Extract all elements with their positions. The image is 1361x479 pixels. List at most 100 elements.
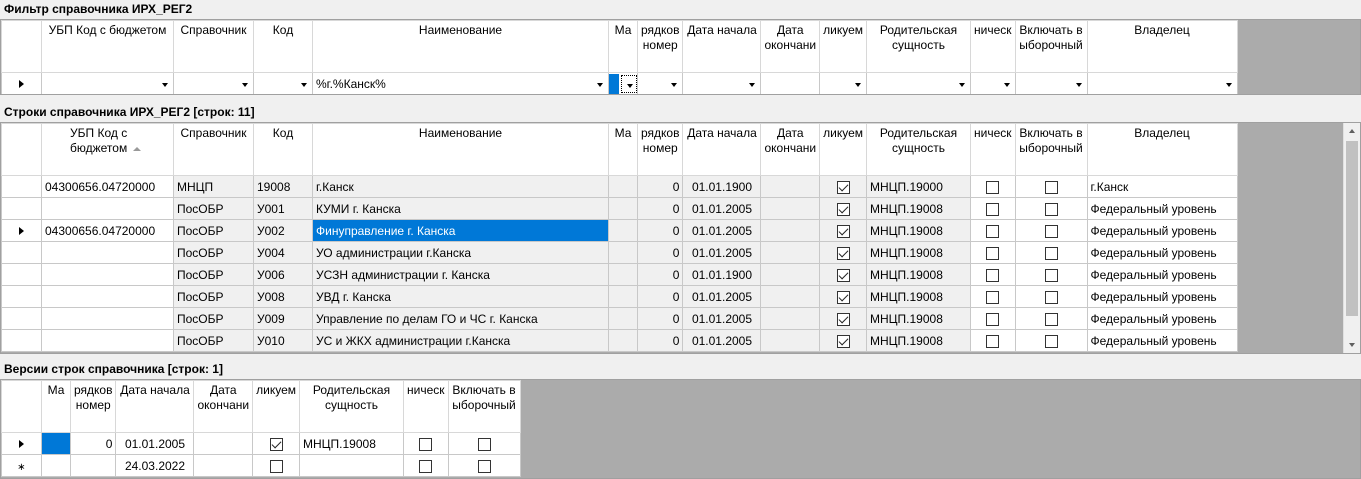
filter-header-ref[interactable]: Справочник	[173, 20, 254, 73]
filter-flag1-combo[interactable]	[819, 72, 867, 94]
chevron-down-icon[interactable]	[1220, 74, 1237, 93]
row-header[interactable]	[1, 197, 42, 220]
cell-owner[interactable]: г.Канск	[1086, 175, 1238, 198]
versions-header-num[interactable]: рядков номер	[69, 380, 117, 433]
cell-ma[interactable]	[41, 432, 71, 455]
cell-flag3[interactable]	[1014, 329, 1088, 352]
chevron-down-icon[interactable]	[157, 74, 173, 93]
filter-header-end[interactable]: Дата окончани	[760, 20, 821, 73]
row-header[interactable]	[1, 432, 42, 455]
chevron-down-icon[interactable]	[621, 74, 637, 93]
cell-owner[interactable]: Федеральный уровень	[1086, 307, 1238, 330]
cell-ref[interactable]: МНЦП	[173, 175, 254, 198]
filter-header-start[interactable]: Дата начала	[682, 20, 762, 73]
cell-parent[interactable]: МНЦП.19008	[866, 307, 971, 330]
filter-ubp-combo[interactable]	[41, 72, 174, 94]
checkbox-flag2[interactable]	[986, 290, 1000, 304]
filter-owner-combo[interactable]	[1086, 72, 1238, 94]
filter-ma-combo[interactable]	[608, 72, 638, 94]
filter-end-cell[interactable]	[760, 72, 821, 94]
cell-flag2[interactable]	[970, 329, 1016, 352]
filter-header-parent[interactable]: Родительская сущность	[866, 20, 971, 73]
checkbox-flag2[interactable]	[986, 180, 1000, 194]
versions-header-start[interactable]: Дата начала	[115, 380, 195, 433]
cell-ma[interactable]	[608, 197, 638, 220]
cell-num[interactable]: 0	[636, 219, 684, 242]
cell-name[interactable]: Финуправление г. Канска	[312, 219, 609, 242]
cell-name[interactable]: УС и ЖКХ администрации г.Канска	[312, 329, 609, 352]
checkbox-flag1[interactable]	[836, 246, 850, 260]
checkbox-flag2[interactable]	[419, 459, 433, 473]
cell-start[interactable]: 01.01.1900	[682, 175, 762, 198]
cell-ma[interactable]	[608, 307, 638, 330]
cell-start[interactable]: 01.01.2005	[682, 219, 762, 242]
versions-header-flag2[interactable]: ническ	[403, 380, 449, 433]
cell-ubp[interactable]	[41, 329, 174, 352]
cell-flag2[interactable]	[970, 307, 1016, 330]
cell-ref[interactable]: ПосОБР	[173, 219, 254, 242]
chevron-down-icon[interactable]	[296, 74, 312, 93]
row-header[interactable]: ∗	[1, 454, 42, 477]
cell-start[interactable]: 01.01.2005	[682, 307, 762, 330]
cell-start[interactable]: 01.01.2005	[682, 329, 762, 352]
rows-header-end[interactable]: Дата окончани	[760, 123, 821, 176]
cell-flag1[interactable]	[252, 432, 300, 455]
table-row[interactable]: 04300656.04720000 ПосОБР У002 Финуправление…	[1, 219, 1238, 242]
cell-num[interactable]: 0	[636, 329, 684, 352]
filter-header-flag2[interactable]: ническ	[970, 20, 1016, 73]
table-row[interactable]: 0 01.01.2005 МНЦП.19008	[1, 432, 521, 455]
cell-flag3[interactable]	[447, 432, 521, 455]
filter-parent-combo[interactable]	[866, 72, 971, 94]
cell-flag3[interactable]	[1014, 263, 1088, 286]
table-row[interactable]: ПосОБР У006 УСЗН администрации г. Канска 0 0…	[1, 263, 1238, 286]
cell-parent[interactable]: МНЦП.19008	[866, 197, 971, 220]
filter-header-num[interactable]: рядков номер	[636, 20, 684, 73]
cell-owner[interactable]: Федеральный уровень	[1086, 263, 1238, 286]
rows-header-ma[interactable]: Ма	[608, 123, 638, 176]
rows-header-name[interactable]: Наименование	[312, 123, 609, 176]
filter-flag2-combo[interactable]	[970, 72, 1016, 94]
cell-end[interactable]	[760, 175, 821, 198]
rows-header-flag3[interactable]: Включать в ыборочный	[1014, 123, 1088, 176]
row-header[interactable]	[1, 307, 42, 330]
versions-header-ma[interactable]: Ма	[41, 380, 71, 433]
checkbox-flag1[interactable]	[836, 180, 850, 194]
cell-num[interactable]: 0	[636, 241, 684, 264]
table-row[interactable]: ПосОБР У008 УВД г. Канска 0 01.01.2005 МНЦП.1…	[1, 285, 1238, 308]
cell-parent[interactable]: МНЦП.19008	[866, 241, 971, 264]
checkbox-flag3[interactable]	[477, 437, 491, 451]
chevron-down-icon[interactable]	[998, 74, 1015, 93]
checkbox-flag1[interactable]	[836, 290, 850, 304]
cell-end[interactable]	[193, 432, 254, 455]
cell-parent[interactable]: МНЦП.19008	[866, 285, 971, 308]
checkbox-flag2[interactable]	[986, 312, 1000, 326]
checkbox-flag3[interactable]	[1044, 246, 1058, 260]
cell-owner[interactable]: Федеральный уровень	[1086, 219, 1238, 242]
rows-header-owner[interactable]: Владелец	[1086, 123, 1238, 176]
filter-flag3-combo[interactable]	[1014, 72, 1088, 94]
cell-flag2[interactable]	[403, 432, 449, 455]
cell-parent[interactable]: МНЦП.19008	[866, 219, 971, 242]
cell-ref[interactable]: ПосОБР	[173, 307, 254, 330]
chevron-down-icon[interactable]	[1070, 74, 1087, 93]
chevron-down-icon[interactable]	[744, 74, 760, 93]
cell-code[interactable]: У008	[253, 285, 313, 308]
filter-header-ubp[interactable]: УБП Код с бюджетом	[41, 20, 174, 73]
rows-header-ubp[interactable]: УБП Код с бюджетом	[41, 123, 174, 176]
checkbox-flag1[interactable]	[836, 224, 850, 238]
cell-num[interactable]: 0	[636, 263, 684, 286]
cell-code[interactable]: 19008	[253, 175, 313, 198]
chevron-down-icon[interactable]	[237, 74, 253, 93]
chevron-down-icon[interactable]	[850, 74, 866, 93]
cell-start[interactable]: 01.01.2005	[682, 285, 762, 308]
checkbox-flag1[interactable]	[836, 202, 850, 216]
cell-flag2[interactable]	[970, 285, 1016, 308]
filter-header-ma[interactable]: Ма	[608, 20, 638, 73]
cell-start[interactable]: 01.01.1900	[682, 263, 762, 286]
cell-parent[interactable]: МНЦП.19008	[299, 432, 404, 455]
cell-flag3[interactable]	[1014, 197, 1088, 220]
filter-header-flag1[interactable]: ликуем	[819, 20, 867, 73]
filter-header-code[interactable]: Код	[253, 20, 313, 73]
cell-flag3[interactable]	[1014, 219, 1088, 242]
checkbox-flag3[interactable]	[1044, 202, 1058, 216]
